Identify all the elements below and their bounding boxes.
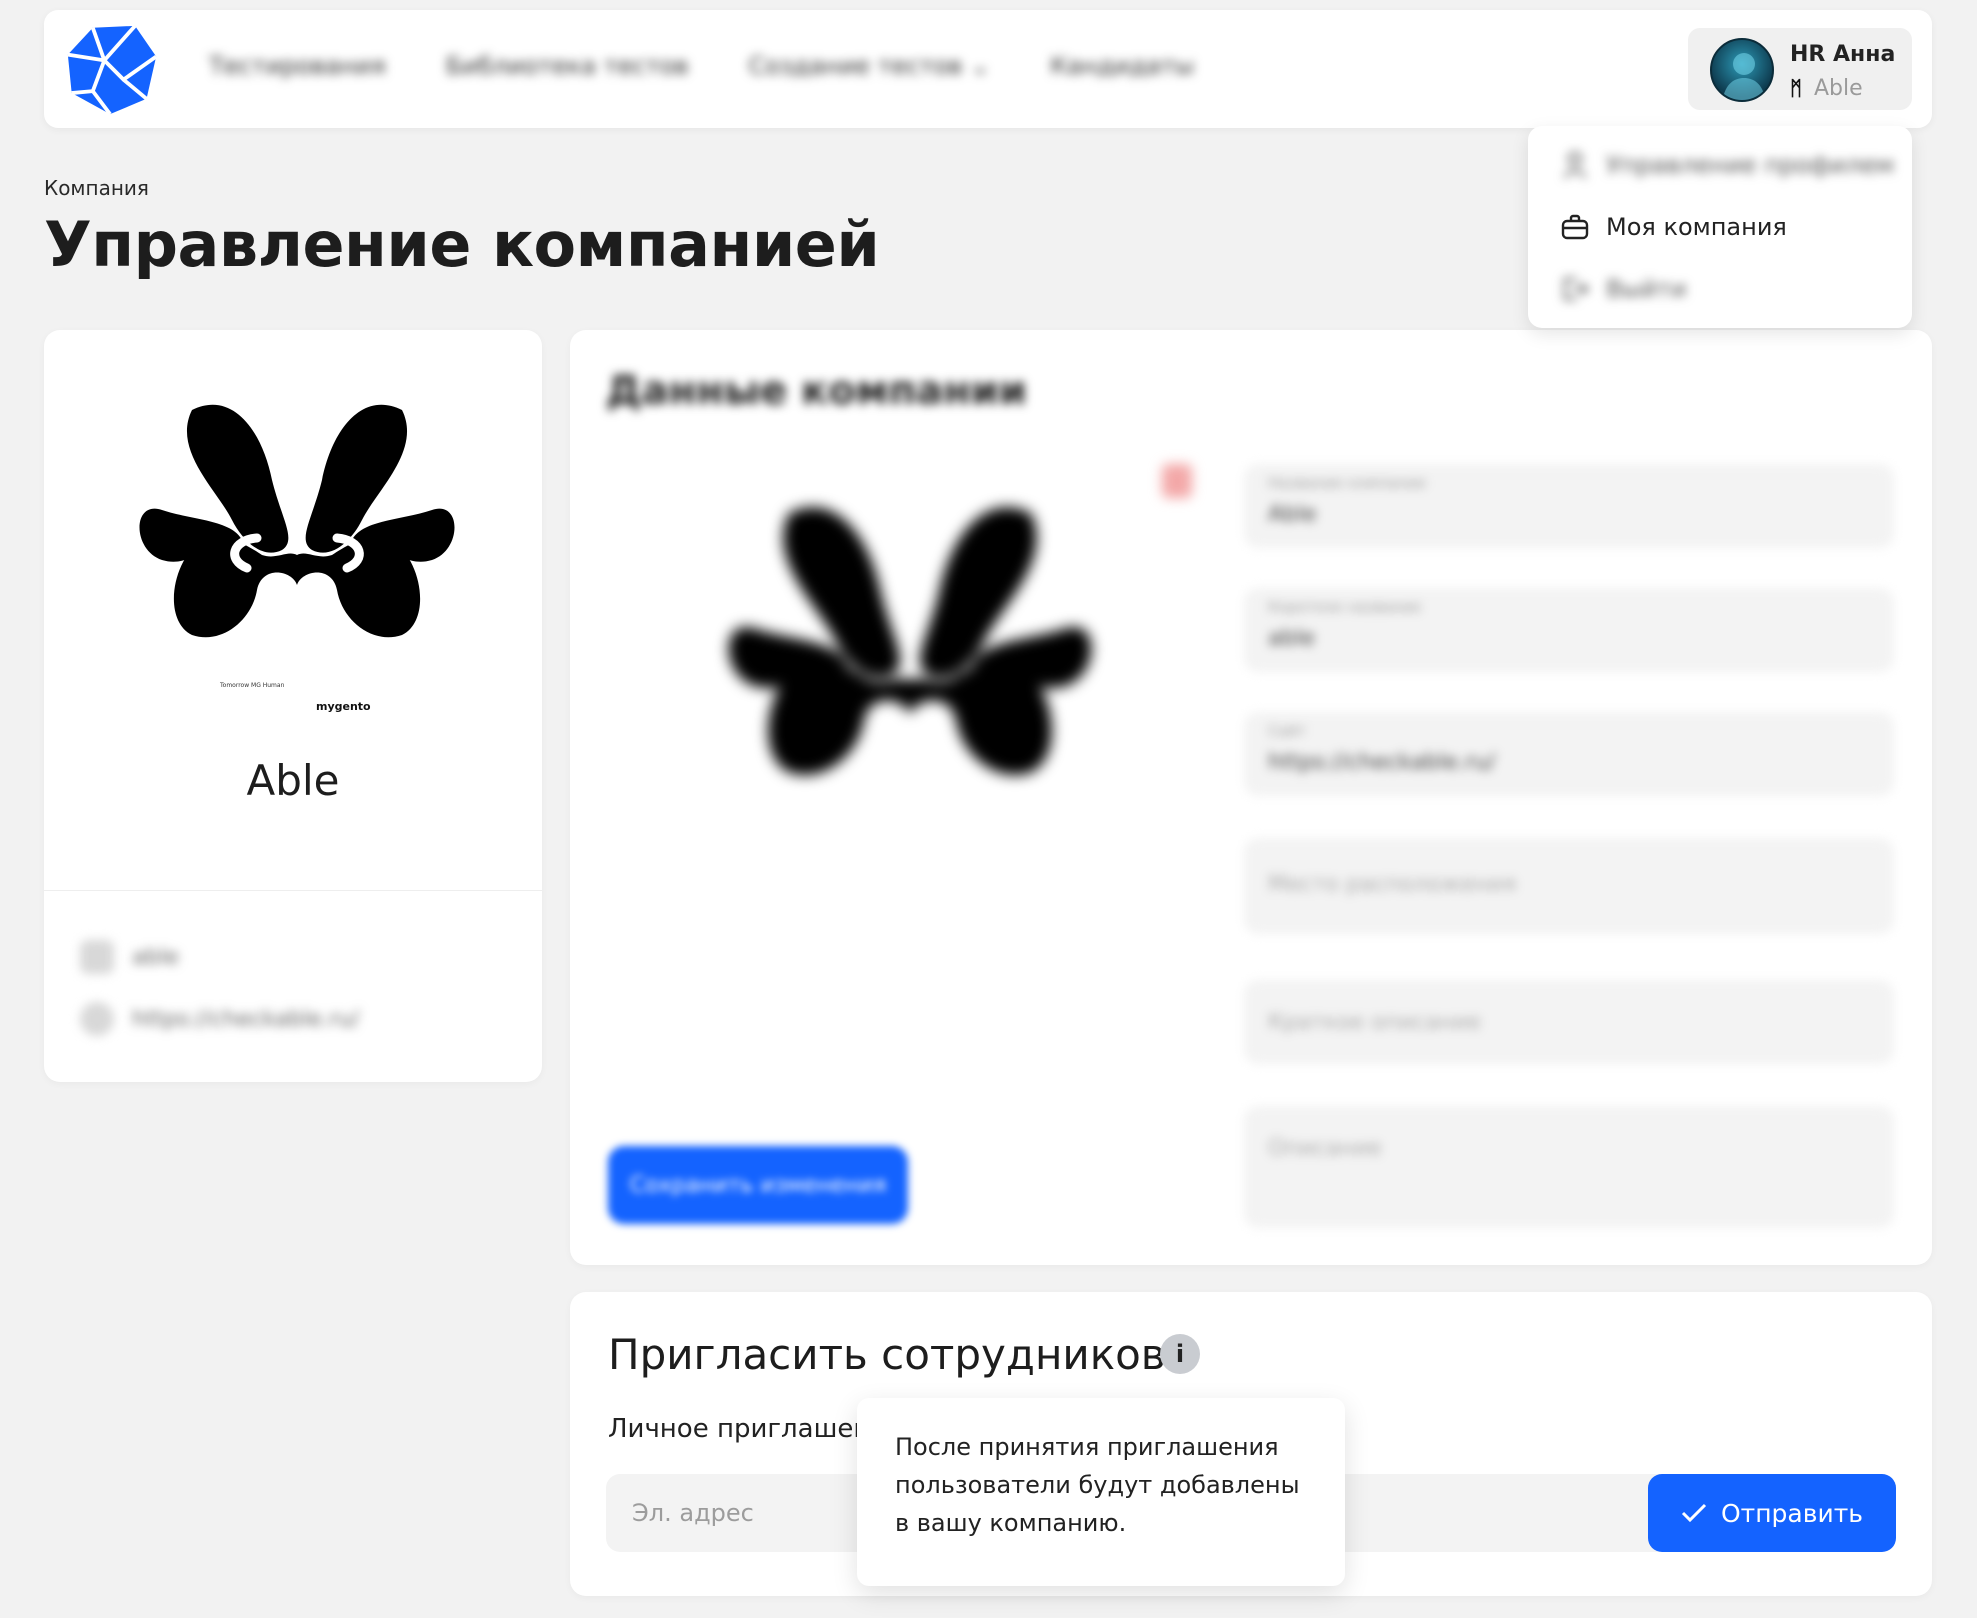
nav-create-tests[interactable]: Создание тестов ⌄ [749, 52, 991, 80]
company-short-description-field[interactable]: Краткое описание [1244, 980, 1894, 1064]
company-name-field[interactable]: Название компании Able [1244, 464, 1894, 548]
menu-item-label: Выйти [1606, 275, 1687, 303]
company-mini-logo-icon: ᛗ [1790, 76, 1802, 100]
globe-icon [80, 1002, 114, 1036]
company-description-field[interactable]: Описание [1244, 1106, 1894, 1228]
company-data-card: Данные компании Сохранить изменения Назв… [570, 330, 1932, 1265]
breadcrumb[interactable]: Компания [44, 176, 149, 200]
send-invite-button[interactable]: Отправить [1648, 1474, 1896, 1552]
logout-icon [1560, 274, 1590, 304]
divider [44, 890, 542, 891]
menu-item-logout[interactable]: Выйти [1560, 274, 1687, 304]
logo-caption: Tomorrow MG Human [220, 682, 285, 689]
field-placeholder: Краткое описание [1268, 1010, 1482, 1035]
field-label: Короткое название [1268, 598, 1422, 616]
company-logo-upload-icon[interactable] [720, 480, 1100, 800]
main-nav: Тестирования Библиотека тестов Создание … [209, 52, 1194, 80]
field-label: Сайт [1268, 722, 1307, 740]
user-name: HR Анна [1790, 42, 1896, 67]
check-icon [1681, 1503, 1707, 1523]
app-logo-icon[interactable] [64, 22, 160, 118]
company-location-field[interactable]: Место расположения [1244, 838, 1894, 934]
user-menu-toggle[interactable]: HR Анна ᛗ Able [1688, 28, 1912, 110]
logo-brand: mygento [316, 700, 371, 713]
field-placeholder: Место расположения [1268, 872, 1517, 897]
nav-candidates[interactable]: Кандидаты [1050, 52, 1194, 80]
delete-logo-icon[interactable] [1162, 464, 1192, 498]
section-title: Данные компании [606, 368, 1027, 414]
company-website-field[interactable]: Сайт https://checkable.ru/ [1244, 712, 1894, 796]
info-icon[interactable]: i [1160, 1334, 1200, 1374]
user-dropdown-menu: Управление профилем Моя компания Выйти [1528, 126, 1912, 328]
user-company: Able [1814, 76, 1863, 101]
company-short-name-field[interactable]: Короткое название able [1244, 588, 1894, 672]
user-icon [1560, 150, 1590, 180]
field-value: https://checkable.ru/ [1268, 750, 1496, 775]
nav-testing[interactable]: Тестирования [209, 52, 386, 80]
menu-item-profile[interactable]: Управление профилем [1560, 150, 1894, 180]
top-navigation-bar: Тестирования Библиотека тестов Создание … [44, 10, 1932, 128]
invite-info-tooltip: После принятия приглашения пользователи … [857, 1398, 1345, 1586]
save-company-button[interactable]: Сохранить изменения [608, 1146, 908, 1224]
company-name: Able [246, 756, 340, 805]
company-logo-icon [139, 404, 455, 638]
meta-text: able [132, 944, 180, 970]
field-label: Название компании [1268, 474, 1426, 492]
menu-item-my-company[interactable]: Моя компания [1560, 212, 1787, 242]
menu-item-label: Управление профилем [1606, 151, 1895, 179]
nav-test-library[interactable]: Библиотека тестов [446, 52, 689, 80]
briefcase-icon [1560, 212, 1590, 242]
company-short-name: able [80, 940, 179, 974]
field-value: Able [1268, 502, 1317, 527]
field-placeholder: Описание [1268, 1136, 1382, 1161]
company-summary-card: Tomorrow MG Human mygento Able able http… [44, 330, 542, 1082]
avatar [1710, 38, 1774, 102]
meta-text: https://checkable.ru/ [132, 1006, 360, 1032]
company-website[interactable]: https://checkable.ru/ [80, 1002, 359, 1036]
personal-invite-label: Личное приглашен [608, 1414, 871, 1444]
invite-title: Пригласить сотрудников [608, 1330, 1166, 1379]
user-avatar-icon [1722, 53, 1766, 100]
building-icon [80, 940, 114, 974]
field-value: able [1268, 626, 1316, 651]
page-title: Управление компанией [44, 208, 880, 281]
send-label: Отправить [1720, 1498, 1864, 1528]
menu-item-label: Моя компания [1606, 213, 1787, 241]
